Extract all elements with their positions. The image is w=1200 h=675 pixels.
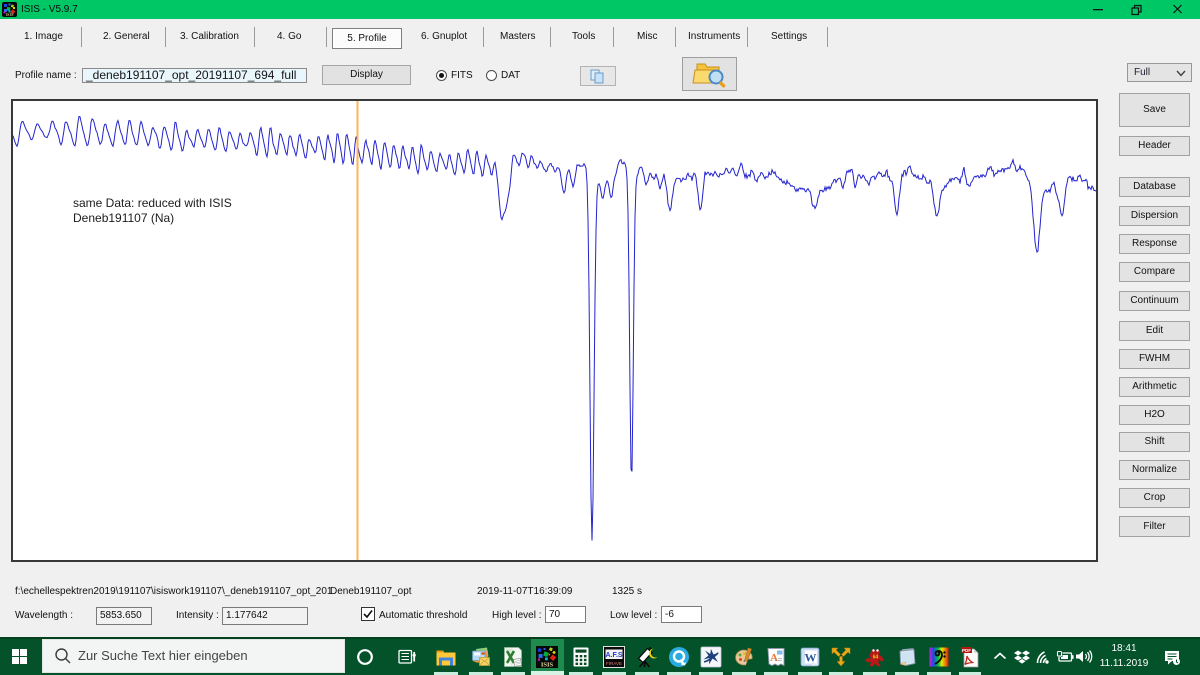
svg-text:ISIS: ISIS	[5, 12, 13, 17]
svg-text:PDF: PDF	[962, 648, 971, 653]
svg-text:A: A	[770, 652, 778, 664]
svg-text:W: W	[804, 651, 816, 665]
svg-text:ISIS: ISIS	[541, 662, 554, 669]
svg-text:A.F.S: A.F.S	[605, 652, 622, 659]
svg-text:64: 64	[872, 655, 878, 661]
svg-text:FIRAVE: FIRAVE	[606, 661, 622, 666]
